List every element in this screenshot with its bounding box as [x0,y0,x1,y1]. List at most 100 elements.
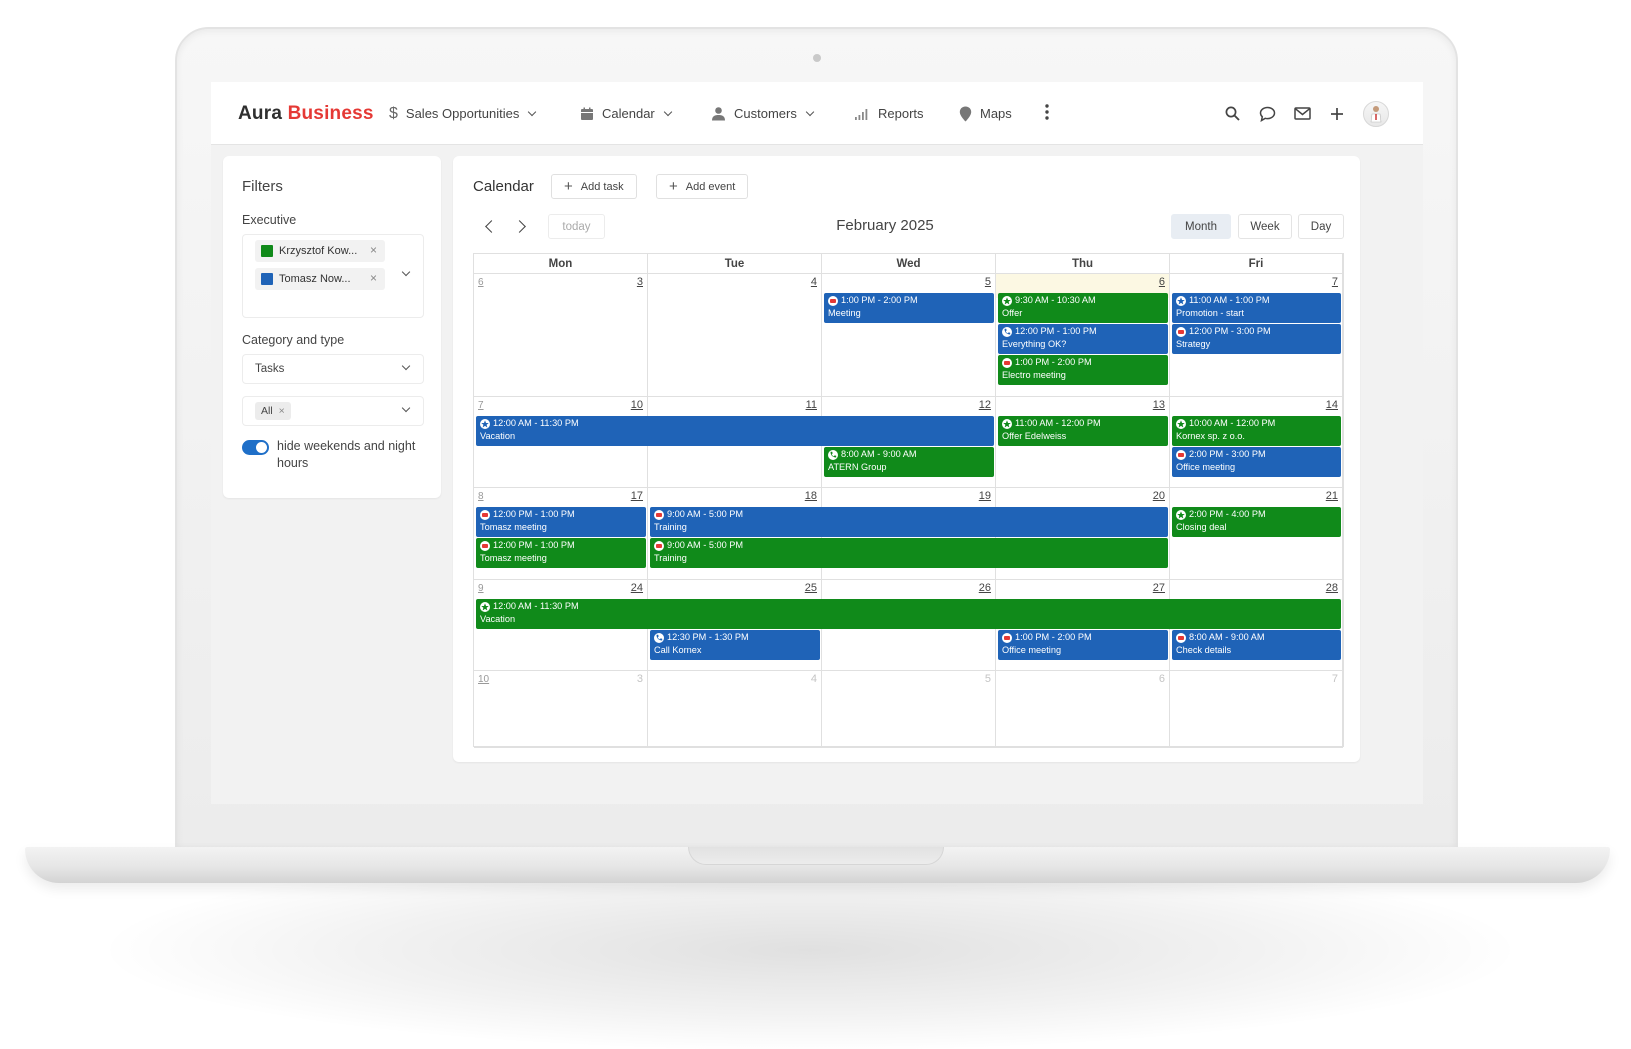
chevron-down-icon[interactable] [401,267,411,277]
next-month-button[interactable] [513,220,526,233]
event-title: Everything OK? [1002,339,1067,349]
day-number[interactable]: 4 [811,276,817,288]
day-number[interactable]: 4 [811,673,817,685]
week-number[interactable]: 10 [478,674,489,685]
day-number[interactable]: 25 [805,582,817,594]
nav-sales-opportunities[interactable]: $ Sales Opportunities [389,82,537,145]
day-number[interactable]: 14 [1326,399,1338,411]
day-number[interactable]: 18 [805,490,817,502]
nav-reports[interactable]: Reports [854,82,924,145]
calendar-event[interactable]: 9:00 AM - 5:00 PM Training [650,507,1168,537]
day-number[interactable]: 12 [979,399,991,411]
day-cell[interactable]: 6 [996,671,1170,748]
calendar-event[interactable]: 12:00 PM - 1:00 PM Tomasz meeting [476,538,646,568]
week-number[interactable]: 9 [478,583,484,594]
event-title: Strategy [1176,339,1211,349]
day-number[interactable]: 6 [1159,276,1165,288]
day-cell[interactable]: 5 [822,671,996,748]
calendar-event[interactable]: 2:00 PM - 3:00 PM Office meeting [1172,447,1341,477]
star-icon [1176,295,1186,306]
calendar-event[interactable]: 12:00 AM - 11:30 PM Vacation [476,599,1341,629]
day-cell[interactable]: 36 [474,274,648,397]
add-task-button[interactable]: + Add task [551,174,637,199]
calendar-event[interactable]: 12:00 PM - 1:00 PM Everything OK? [998,324,1168,354]
remove-chip-icon[interactable]: × [279,405,285,417]
day-number[interactable]: 5 [985,673,991,685]
day-number[interactable]: 6 [1159,673,1165,685]
calendar-event[interactable]: 2:00 PM - 4:00 PM Closing deal [1172,507,1341,537]
week-number[interactable]: 8 [478,491,484,502]
remove-chip-icon[interactable]: × [370,271,377,285]
day-number[interactable]: 20 [1153,490,1165,502]
meeting-icon [828,295,838,306]
view-day-button[interactable]: Day [1298,214,1344,239]
day-number[interactable]: 7 [1332,673,1338,685]
day-cell[interactable]: 7 [1170,671,1343,748]
calendar-event[interactable]: 11:00 AM - 1:00 PM Promotion - start [1172,293,1341,323]
star-icon [480,418,490,429]
today-button[interactable]: today [548,214,605,239]
day-cell[interactable]: 4 [648,671,822,748]
type-select[interactable]: All × [242,396,424,426]
day-cell[interactable]: 3 10 [474,671,648,748]
avatar[interactable] [1363,100,1389,127]
week-number[interactable]: 6 [478,277,484,288]
plus-icon[interactable] [1328,105,1346,123]
app-logo[interactable]: Aura Business [238,103,374,125]
day-number[interactable]: 10 [631,399,643,411]
day-number[interactable]: 11 [806,399,817,411]
calendar-event[interactable]: 8:00 AM - 9:00 AM ATERN Group [824,447,994,477]
event-time-row: 1:00 PM - 2:00 PM [1002,631,1164,644]
day-number[interactable]: 28 [1326,582,1338,594]
day-number[interactable]: 27 [1153,582,1165,594]
day-number[interactable]: 19 [979,490,991,502]
remove-chip-icon[interactable]: × [370,243,377,257]
calendar-event[interactable]: 12:00 PM - 3:00 PM Strategy [1172,324,1341,354]
day-cell[interactable]: 4 [648,274,822,397]
mail-icon[interactable] [1293,105,1311,123]
calendar-title: Calendar [473,178,534,195]
calendar-event[interactable]: 1:00 PM - 2:00 PM Office meeting [998,630,1168,660]
hide-weekends-label: hide weekends and night hours [277,439,416,470]
day-number[interactable]: 7 [1332,276,1338,288]
day-number[interactable]: 17 [631,490,643,502]
calendar-event[interactable]: 1:00 PM - 2:00 PM Meeting [824,293,994,323]
map-pin-icon [959,106,972,122]
prev-month-button[interactable] [485,220,498,233]
search-icon[interactable] [1223,105,1241,123]
category-select[interactable]: Tasks [242,354,424,384]
calendar-event[interactable]: 12:00 PM - 1:00 PM Tomasz meeting [476,507,646,537]
nav-maps[interactable]: Maps [959,82,1012,145]
chevron-down-icon [663,107,673,117]
day-number[interactable]: 5 [985,276,991,288]
calendar-event[interactable]: 9:00 AM - 5:00 PM Training [650,538,1168,568]
calendar-event[interactable]: 12:30 PM - 1:30 PM Call Kornex [650,630,820,660]
day-number[interactable]: 3 [637,673,643,685]
nav-customers[interactable]: Customers [711,82,815,145]
nav-calendar[interactable]: Calendar [580,82,673,145]
calendar-event[interactable]: 10:00 AM - 12:00 PM Kornex sp. z o.o. [1172,416,1341,446]
view-week-button[interactable]: Week [1238,214,1292,239]
chat-icon[interactable] [1258,105,1276,123]
event-title: ATERN Group [828,462,887,472]
week-number[interactable]: 7 [478,400,484,411]
nav-label: Sales Opportunities [405,106,520,121]
day-number[interactable]: 26 [979,582,991,594]
view-month-button[interactable]: Month [1171,214,1231,239]
day-number[interactable]: 21 [1326,490,1338,502]
add-event-button[interactable]: + Add event [656,174,749,199]
meeting-icon [1176,632,1186,643]
hide-weekends-toggle[interactable] [242,440,269,455]
day-number[interactable]: 13 [1153,399,1165,411]
day-number[interactable]: 3 [637,276,643,288]
event-time: 12:00 PM - 1:00 PM [493,540,575,550]
calendar-event[interactable]: 12:00 AM - 11:30 PM Vacation [476,416,994,446]
day-number[interactable]: 24 [631,582,643,594]
calendar-event[interactable]: 9:30 AM - 10:30 AM Offer [998,293,1168,323]
calendar-event[interactable]: 1:00 PM - 2:00 PM Electro meeting [998,355,1168,385]
more-menu-button[interactable] [1045,82,1049,145]
calendar-event[interactable]: 8:00 AM - 9:00 AM Check details [1172,630,1341,660]
calendar-event[interactable]: 11:00 AM - 12:00 PM Offer Edelweiss [998,416,1168,446]
chevron-down-icon [528,107,537,117]
executive-select[interactable]: Krzysztof Kow... × Tomasz Now... × [242,234,424,318]
